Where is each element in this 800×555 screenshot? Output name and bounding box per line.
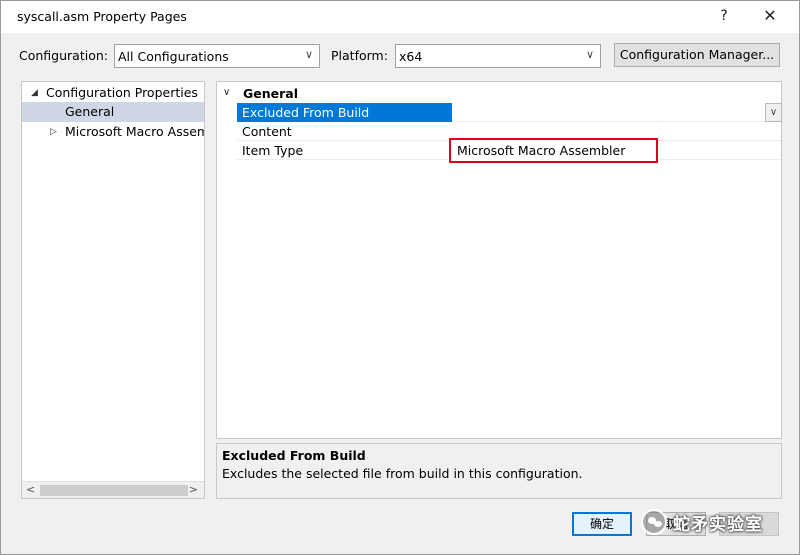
expanded-arrow-icon[interactable]: ◢ <box>31 88 38 98</box>
platform-select[interactable]: x64 ∨ <box>395 44 601 68</box>
ok-button[interactable]: 确定 <box>572 512 632 536</box>
property-name: Item Type <box>242 143 304 158</box>
configuration-value: All Configurations <box>118 49 229 64</box>
tree-item-label: General <box>65 104 115 119</box>
platform-value: x64 <box>399 49 423 64</box>
property-name: Excluded From Build <box>237 103 452 122</box>
description-pane: Excluded From Build Excludes the selecte… <box>216 443 782 499</box>
horizontal-scrollbar[interactable]: < > <box>22 481 204 498</box>
collapsed-arrow-icon[interactable]: ▷ <box>50 127 57 137</box>
category-label: General <box>243 86 298 101</box>
window-title: syscall.asm Property Pages <box>17 9 187 24</box>
grid-category-general[interactable]: ∨ General <box>217 84 781 104</box>
tree-item-microsoft-macro-assembler[interactable]: ▷ Microsoft Macro Assembler <box>22 122 204 142</box>
description-title: Excluded From Build <box>222 448 366 463</box>
chevron-down-icon: ∨ <box>585 48 594 61</box>
tree-item-label: Microsoft Macro Assembler <box>65 124 204 139</box>
property-row-excluded-from-build[interactable]: Excluded From Build <box>237 103 781 122</box>
configuration-manager-button[interactable]: Configuration Manager... <box>614 43 780 67</box>
scroll-left-icon[interactable]: < <box>26 483 35 496</box>
chevron-down-icon[interactable]: ∨ <box>765 103 782 122</box>
close-icon[interactable]: ✕ <box>759 5 781 27</box>
tree-item-configuration-properties[interactable]: ◢ Configuration Properties <box>22 83 204 103</box>
item-type-value-highlighted[interactable]: Microsoft Macro Assembler <box>449 138 658 163</box>
scroll-thumb[interactable] <box>40 485 188 496</box>
chevron-down-icon: ∨ <box>304 48 313 61</box>
title-bar: syscall.asm Property Pages ? ✕ <box>1 1 799 33</box>
property-tree: ◢ Configuration Properties General ▷ Mic… <box>21 81 205 499</box>
tree-item-label: Configuration Properties <box>46 85 198 100</box>
scroll-right-icon[interactable]: > <box>189 483 198 496</box>
property-name: Content <box>242 124 292 139</box>
wechat-icon <box>641 509 667 535</box>
watermark: 蛇矛实验室 <box>641 507 763 537</box>
property-grid: ∨ General Excluded From Build ∨ Content … <box>216 81 782 439</box>
description-text: Excludes the selected file from build in… <box>222 466 583 481</box>
chevron-down-icon[interactable]: ∨ <box>223 87 230 98</box>
configuration-label: Configuration: <box>19 48 108 63</box>
property-pages-dialog: syscall.asm Property Pages ? ✕ Configura… <box>0 0 800 555</box>
watermark-text: 蛇矛实验室 <box>673 514 763 535</box>
configuration-select[interactable]: All Configurations ∨ <box>114 44 320 68</box>
help-icon[interactable]: ? <box>713 5 735 27</box>
platform-label: Platform: <box>331 48 388 63</box>
tree-item-general[interactable]: General <box>22 102 204 122</box>
